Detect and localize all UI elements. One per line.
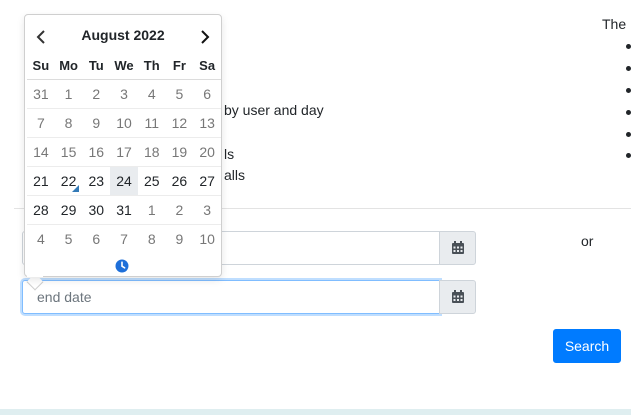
or-label: or [581, 233, 594, 249]
calendar-day[interactable]: 12 [165, 107, 194, 137]
bullet-marker [626, 88, 631, 93]
top-right-text: The [602, 16, 627, 32]
datepicker-popup: August 2022 Su Mo Tu We Th Fr Sa 31 1 2 … [24, 14, 222, 277]
calendar-day[interactable]: 7 [27, 107, 55, 137]
calendar-week-row: 4 5 6 7 8 9 10 [27, 223, 221, 253]
calendar-day[interactable]: 10 [110, 107, 138, 137]
calendar-day[interactable]: 11 [137, 107, 166, 137]
calendar-day[interactable]: 5 [166, 79, 194, 108]
datepicker-header: August 2022 [25, 23, 221, 51]
calendar-day[interactable]: 26 [165, 165, 194, 195]
calendar-day[interactable]: 4 [27, 223, 55, 253]
search-button[interactable]: Search [553, 329, 621, 363]
calendar-day[interactable]: 16 [82, 136, 111, 166]
bullet-marker [626, 44, 631, 49]
background-text-line: ls [224, 146, 235, 162]
weekday-header: Th [137, 53, 166, 80]
calendar-day[interactable]: 23 [82, 165, 111, 195]
calendar-day[interactable]: 6 [193, 79, 221, 108]
calendar-day[interactable]: 25 [137, 165, 166, 195]
calendar-day-today[interactable]: 22 [54, 165, 83, 195]
calendar-day[interactable]: 29 [54, 194, 83, 224]
bullet-marker [626, 110, 631, 115]
datepicker-month-title[interactable]: August 2022 [55, 27, 191, 43]
calendar-day[interactable]: 5 [54, 223, 83, 253]
bullet-marker [626, 132, 631, 137]
calendar-week-row: 14 15 16 17 18 19 20 [27, 136, 221, 166]
chevron-right-icon [201, 30, 210, 44]
weekday-header: Fr [165, 53, 194, 80]
calendar-day[interactable]: 20 [193, 136, 221, 166]
calendar-day[interactable]: 15 [54, 136, 83, 166]
clock-icon [115, 259, 129, 273]
calendar-week-row: 21 22 23 24 25 26 27 [27, 165, 221, 195]
background-text-line: alls [224, 167, 246, 183]
page-bottom-strip [0, 409, 631, 415]
bullet-marker [626, 66, 631, 71]
calendar-icon [451, 241, 464, 254]
next-month-button[interactable] [191, 23, 219, 51]
end-date-input[interactable] [22, 280, 440, 314]
calendar-day[interactable]: 18 [137, 136, 166, 166]
calendar-week-row: 31 1 2 3 4 5 6 [27, 79, 221, 108]
calendar-day[interactable]: 17 [110, 136, 138, 166]
calendar-icon [451, 290, 464, 303]
chevron-left-icon [36, 30, 45, 44]
calendar-day[interactable]: 2 [165, 194, 194, 224]
calendar-day[interactable]: 9 [165, 223, 194, 253]
calendar-day[interactable]: 10 [193, 223, 221, 253]
background-text-line: by user and day [224, 102, 324, 118]
calendar-day[interactable]: 27 [193, 165, 221, 195]
calendar-week-row: 28 29 30 31 1 2 3 [27, 194, 221, 224]
time-picker-toggle[interactable] [115, 259, 129, 273]
weekday-header: Su [27, 53, 55, 80]
calendar-day[interactable]: 19 [165, 136, 194, 166]
previous-month-button[interactable] [27, 23, 55, 51]
weekday-header: We [110, 53, 138, 80]
calendar-day[interactable]: 1 [55, 79, 83, 108]
weekday-header-row: Su Mo Tu We Th Fr Sa [27, 53, 221, 80]
calendar-day[interactable]: 1 [137, 194, 166, 224]
calendar-day[interactable]: 6 [82, 223, 111, 253]
calendar-day[interactable]: 7 [110, 223, 138, 253]
calendar-day[interactable]: 3 [110, 79, 138, 108]
calendar-day[interactable]: 31 [27, 79, 55, 108]
calendar-week-row: 7 8 9 10 11 12 13 [27, 107, 221, 137]
end-date-calendar-button[interactable] [439, 280, 476, 314]
calendar-day-selected[interactable]: 24 [110, 165, 138, 195]
weekday-header: Sa [193, 53, 221, 80]
calendar-day[interactable]: 21 [27, 165, 55, 195]
calendar-day[interactable]: 2 [82, 79, 110, 108]
start-date-calendar-button[interactable] [439, 231, 476, 265]
datepicker-pointer-joint [27, 274, 43, 277]
calendar-day[interactable]: 30 [82, 194, 111, 224]
calendar-grid: Su Mo Tu We Th Fr Sa 31 1 2 3 4 5 6 7 8 … [27, 53, 221, 253]
calendar-day[interactable]: 9 [82, 107, 111, 137]
calendar-day[interactable]: 28 [27, 194, 55, 224]
calendar-day[interactable]: 14 [27, 136, 55, 166]
calendar-day[interactable]: 8 [54, 107, 83, 137]
weekday-header: Mo [54, 53, 83, 80]
calendar-day[interactable]: 3 [193, 194, 221, 224]
calendar-day[interactable]: 13 [193, 107, 221, 137]
calendar-day[interactable]: 8 [137, 223, 166, 253]
calendar-day[interactable]: 4 [138, 79, 166, 108]
bullet-marker [626, 153, 631, 158]
page-content: The by user and day ls alls or end date … [0, 0, 631, 409]
weekday-header: Tu [82, 53, 111, 80]
calendar-day[interactable]: 31 [110, 194, 138, 224]
